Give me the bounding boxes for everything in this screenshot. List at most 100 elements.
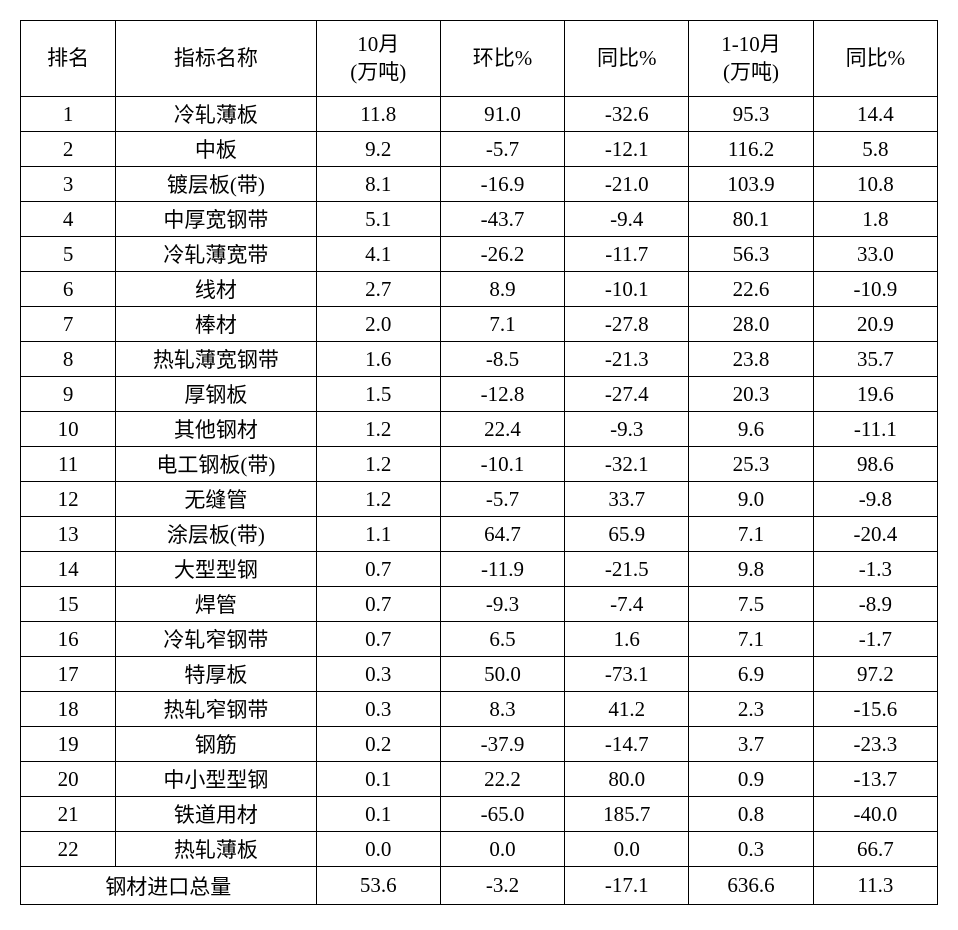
cell-rank: 8: [21, 342, 116, 377]
cell-rank: 19: [21, 727, 116, 762]
cell-rank: 14: [21, 552, 116, 587]
table-row: 3镀层板(带)8.1-16.9-21.0103.910.8: [21, 167, 938, 202]
cell-mom: 6.5: [440, 622, 564, 657]
cell-name: 热轧薄宽钢带: [116, 342, 316, 377]
cell-oct: 1.2: [316, 482, 440, 517]
cell-name: 镀层板(带): [116, 167, 316, 202]
cell-mom: -8.5: [440, 342, 564, 377]
cell-jan_oct: 25.3: [689, 447, 813, 482]
cell-yoy_cum: 98.6: [813, 447, 937, 482]
cell-name: 中板: [116, 132, 316, 167]
cell-rank: 15: [21, 587, 116, 622]
cell-mom: -5.7: [440, 482, 564, 517]
cell-oct: 8.1: [316, 167, 440, 202]
total-jan_oct: 636.6: [689, 867, 813, 905]
cell-yoy: 80.0: [565, 762, 689, 797]
table-body: 1冷轧薄板11.891.0-32.695.314.42中板9.2-5.7-12.…: [21, 97, 938, 905]
cell-yoy_cum: 19.6: [813, 377, 937, 412]
table-row: 16冷轧窄钢带0.76.51.67.1-1.7: [21, 622, 938, 657]
cell-jan_oct: 7.5: [689, 587, 813, 622]
table-row: 20中小型型钢0.122.280.00.9-13.7: [21, 762, 938, 797]
table-total-row: 钢材进口总量53.6-3.2-17.1636.611.3: [21, 867, 938, 905]
cell-name: 冷轧薄板: [116, 97, 316, 132]
cell-rank: 21: [21, 797, 116, 832]
cell-name: 其他钢材: [116, 412, 316, 447]
cell-jan_oct: 56.3: [689, 237, 813, 272]
header-yoy-cum: 同比%: [813, 21, 937, 97]
cell-yoy: 33.7: [565, 482, 689, 517]
cell-jan_oct: 7.1: [689, 622, 813, 657]
cell-yoy: -9.3: [565, 412, 689, 447]
cell-mom: 22.4: [440, 412, 564, 447]
cell-name: 热轧窄钢带: [116, 692, 316, 727]
cell-oct: 0.7: [316, 552, 440, 587]
table-row: 7棒材2.07.1-27.828.020.9: [21, 307, 938, 342]
table-row: 14大型型钢0.7-11.9-21.59.8-1.3: [21, 552, 938, 587]
header-name: 指标名称: [116, 21, 316, 97]
cell-name: 冷轧薄宽带: [116, 237, 316, 272]
cell-jan_oct: 9.0: [689, 482, 813, 517]
cell-name: 大型型钢: [116, 552, 316, 587]
cell-yoy: 185.7: [565, 797, 689, 832]
cell-name: 涂层板(带): [116, 517, 316, 552]
cell-yoy_cum: -1.7: [813, 622, 937, 657]
cell-rank: 5: [21, 237, 116, 272]
cell-yoy_cum: 20.9: [813, 307, 937, 342]
header-rank: 排名: [21, 21, 116, 97]
cell-rank: 4: [21, 202, 116, 237]
cell-mom: -11.9: [440, 552, 564, 587]
table-row: 19钢筋0.2-37.9-14.73.7-23.3: [21, 727, 938, 762]
cell-yoy_cum: -10.9: [813, 272, 937, 307]
cell-yoy: -21.3: [565, 342, 689, 377]
cell-name: 无缝管: [116, 482, 316, 517]
table-row: 10其他钢材1.222.4-9.39.6-11.1: [21, 412, 938, 447]
cell-jan_oct: 3.7: [689, 727, 813, 762]
cell-jan_oct: 2.3: [689, 692, 813, 727]
cell-oct: 2.7: [316, 272, 440, 307]
cell-yoy_cum: 1.8: [813, 202, 937, 237]
table-row: 22热轧薄板0.00.00.00.366.7: [21, 832, 938, 867]
total-mom: -3.2: [440, 867, 564, 905]
cell-yoy_cum: -11.1: [813, 412, 937, 447]
cell-yoy_cum: -8.9: [813, 587, 937, 622]
header-mom: 环比%: [440, 21, 564, 97]
cell-jan_oct: 20.3: [689, 377, 813, 412]
cell-rank: 1: [21, 97, 116, 132]
cell-name: 钢筋: [116, 727, 316, 762]
cell-yoy: -32.6: [565, 97, 689, 132]
total-yoy_cum: 11.3: [813, 867, 937, 905]
cell-yoy: -9.4: [565, 202, 689, 237]
table-row: 5冷轧薄宽带4.1-26.2-11.756.333.0: [21, 237, 938, 272]
cell-yoy: -27.8: [565, 307, 689, 342]
cell-rank: 10: [21, 412, 116, 447]
table-row: 13涂层板(带)1.164.765.97.1-20.4: [21, 517, 938, 552]
cell-mom: -65.0: [440, 797, 564, 832]
header-jan-oct: 1-10月(万吨): [689, 21, 813, 97]
table-header: 排名 指标名称 10月(万吨) 环比% 同比% 1-10月(万吨) 同比%: [21, 21, 938, 97]
cell-jan_oct: 95.3: [689, 97, 813, 132]
cell-oct: 5.1: [316, 202, 440, 237]
cell-rank: 7: [21, 307, 116, 342]
cell-rank: 2: [21, 132, 116, 167]
cell-oct: 0.1: [316, 797, 440, 832]
cell-jan_oct: 9.6: [689, 412, 813, 447]
cell-jan_oct: 22.6: [689, 272, 813, 307]
cell-name: 铁道用材: [116, 797, 316, 832]
cell-name: 线材: [116, 272, 316, 307]
cell-yoy_cum: 97.2: [813, 657, 937, 692]
cell-yoy_cum: -40.0: [813, 797, 937, 832]
cell-mom: -5.7: [440, 132, 564, 167]
cell-oct: 1.2: [316, 447, 440, 482]
cell-yoy_cum: 33.0: [813, 237, 937, 272]
cell-oct: 0.3: [316, 657, 440, 692]
cell-yoy: 65.9: [565, 517, 689, 552]
cell-name: 电工钢板(带): [116, 447, 316, 482]
cell-yoy: 0.0: [565, 832, 689, 867]
cell-yoy_cum: -23.3: [813, 727, 937, 762]
cell-oct: 0.2: [316, 727, 440, 762]
table-row: 17特厚板0.350.0-73.16.997.2: [21, 657, 938, 692]
cell-yoy_cum: 5.8: [813, 132, 937, 167]
cell-yoy_cum: 35.7: [813, 342, 937, 377]
steel-import-table: 排名 指标名称 10月(万吨) 环比% 同比% 1-10月(万吨) 同比% 1冷…: [20, 20, 938, 905]
cell-jan_oct: 28.0: [689, 307, 813, 342]
